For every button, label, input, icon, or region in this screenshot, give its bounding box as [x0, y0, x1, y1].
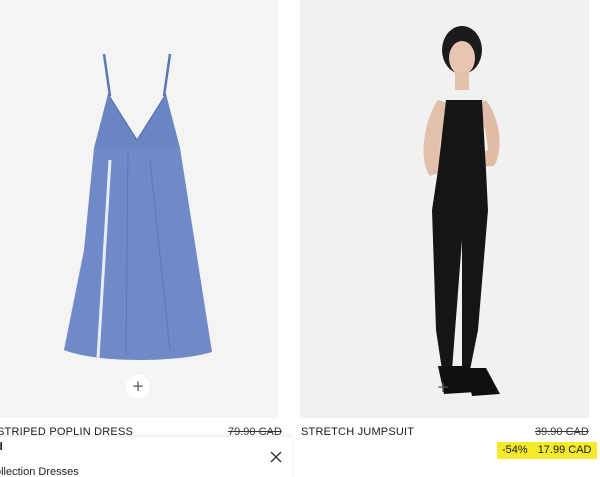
product-image-jumpsuit[interactable]: +	[300, 0, 589, 418]
collection-popup: d ollection Dresses	[0, 437, 292, 477]
product-name[interactable]: STRETCH JUMPSUIT	[301, 426, 414, 438]
dress-illustration	[64, 53, 212, 360]
add-to-bag-button[interactable]: +	[126, 375, 150, 399]
jumpsuit-illustration	[423, 26, 500, 396]
sale-price: 17.99 CAD	[537, 444, 592, 456]
add-to-bag-button[interactable]: +	[431, 376, 455, 400]
product-image-dress[interactable]: +	[0, 0, 278, 418]
popup-title: d	[0, 441, 3, 453]
discount-percent: -54%	[502, 444, 528, 456]
sale-price-badge: -54% 17.99 CAD	[497, 442, 597, 459]
original-price: 39.90 CAD	[535, 426, 589, 438]
close-icon[interactable]	[268, 449, 284, 465]
popup-text[interactable]: ollection Dresses	[0, 466, 79, 477]
